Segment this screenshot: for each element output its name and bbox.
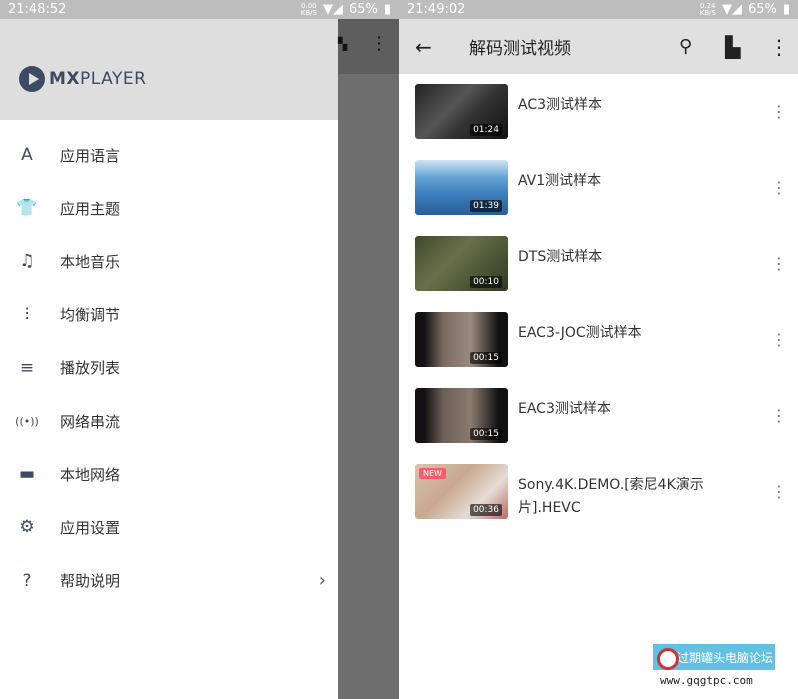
video-title: EAC3-JOC测试样本 [518, 325, 642, 341]
dimmed-toolbar: ▚ ⋮ [338, 19, 399, 74]
battery-text: 65% [348, 2, 378, 17]
video-title: Sony.4K.DEMO.[索尼4K演示片].HEVC [518, 477, 704, 516]
menu-item-label: 本地网络 [60, 465, 121, 484]
menu-item-label: 均衡调节 [60, 306, 121, 325]
new-badge: NEW [419, 468, 446, 479]
menu-item[interactable]: ≡ 播放列表 [0, 348, 338, 388]
search-icon[interactable]: ⚲ [679, 36, 692, 57]
video-title: AC3测试样本 [518, 97, 603, 113]
speed-unit: KB/S [300, 8, 317, 17]
playlist-icon: ≡ [19, 357, 35, 378]
video-item[interactable]: 01:39 AV1测试样本 ⋮ [399, 160, 798, 216]
video-title: AV1测试样本 [518, 173, 602, 189]
gear-icon: ⚙ [19, 517, 35, 538]
logo-rest: PLAYER [80, 69, 147, 89]
menu-item-label: 应用语言 [60, 146, 121, 165]
menu-item[interactable]: 👕 应用主题 [0, 188, 338, 228]
video-thumbnail[interactable]: NEW 00:36 [415, 464, 508, 519]
play-icon [19, 66, 45, 92]
menu-item-label: 播放列表 [60, 359, 121, 378]
scrim-overlay[interactable]: ▚ ⋮ [338, 19, 399, 699]
menu-item-label: 本地音乐 [60, 252, 121, 271]
menu-item-label: 应用主题 [60, 199, 121, 218]
menu-item[interactable]: ⚙ 应用设置 [0, 507, 338, 547]
more-vert-icon[interactable]: ⋮ [771, 102, 787, 121]
more-vert-icon[interactable]: ⋮ [771, 254, 787, 273]
mx-player-logo: MXPLAYER [19, 66, 146, 92]
menu-item-label: 应用设置 [60, 518, 121, 537]
music-folder-icon: ♫ [19, 251, 35, 272]
watermark-logo: 过期罐头电脑论坛 [653, 644, 775, 670]
menu-item-label: 帮助说明 [60, 572, 121, 591]
net-speed: 0.24 KB/S [699, 2, 716, 17]
more-vert-icon[interactable]: ⋮ [771, 482, 787, 501]
battery-icon: ▮ [383, 2, 391, 17]
battery-icon: ▮ [782, 2, 790, 17]
video-thumbnail[interactable]: 01:24 [415, 84, 508, 139]
equalizer-icon: ⫶ [24, 304, 30, 325]
battery-text: 65% [747, 2, 777, 17]
video-item[interactable]: 00:15 EAC3测试样本 ⋮ [399, 388, 798, 444]
video-item[interactable]: 00:15 EAC3-JOC测试样本 ⋮ [399, 312, 798, 368]
duration-label: 00:15 [470, 352, 502, 364]
duration-label: 00:15 [470, 428, 502, 440]
wifi-icon: ▼◢ [721, 2, 742, 17]
right-screen: 21:49:02 0.24 KB/S ▼◢ 65% ▮ ← 解码测试视频 ⚲ ▙ ⋮ 0… [399, 0, 798, 699]
menu-item[interactable]: ▬ 本地网络 [0, 454, 338, 494]
more-vert-icon[interactable]: ⋮ [771, 178, 787, 197]
menu-item[interactable]: ? 帮助说明 › [0, 561, 338, 601]
status-bar: 21:49:02 0.24 KB/S ▼◢ 65% ▮ [399, 0, 798, 19]
left-screen: 21:48:52 0.00 KB/S ▼◢ 65% ▮ MXPLAYER A 应用语言 👕 应… [0, 0, 399, 699]
speed-unit: KB/S [699, 8, 716, 17]
menu-item[interactable]: ((•)) 网络串流 [0, 401, 338, 441]
video-title: EAC3测试样本 [518, 401, 611, 417]
video-item[interactable]: 01:24 AC3测试样本 ⋮ [399, 84, 798, 140]
back-arrow-icon[interactable]: ← [415, 35, 432, 59]
more-vert-icon[interactable]: ⋮ [771, 330, 787, 349]
menu-item-label: 网络串流 [60, 412, 121, 431]
layout-icon: ▚ [338, 37, 348, 51]
page-title: 解码测试视频 [469, 39, 571, 59]
chevron-right-icon: › [318, 570, 326, 592]
video-item[interactable]: 00:10 DTS测试样本 ⋮ [399, 236, 798, 292]
help-icon: ? [22, 570, 32, 591]
menu-item[interactable]: ♫ 本地音乐 [0, 241, 338, 281]
video-thumbnail[interactable]: 00:15 [415, 388, 508, 443]
stream-icon: ((•)) [15, 414, 39, 428]
video-title: DTS测试样本 [518, 249, 603, 265]
duration-label: 01:39 [470, 200, 502, 212]
duration-label: 01:24 [470, 124, 502, 136]
tshirt-icon: 👕 [16, 198, 38, 219]
more-vert-icon[interactable]: ⋮ [771, 406, 787, 425]
language-icon: A [21, 145, 33, 165]
drawer-header: MXPLAYER [0, 19, 338, 120]
watermark-name: 过期罐头电脑论坛 [677, 650, 774, 665]
net-speed: 0.00 KB/S [300, 2, 317, 17]
navigation-drawer: MXPLAYER A 应用语言 👕 应用主题 ♫ 本地音乐 ⫶ 均衡调节 ≡ 播放列表 ((•)) 网… [0, 19, 338, 699]
logo-bold: MX [49, 69, 81, 89]
toolbar: ← 解码测试视频 ⚲ ▙ ⋮ [399, 19, 798, 74]
view-layout-icon[interactable]: ▙ [725, 35, 740, 59]
menu-item[interactable]: ⫶ 均衡调节 [0, 295, 338, 335]
video-item[interactable]: NEW 00:36 Sony.4K.DEMO.[索尼4K演示片].HEVC ⋮ [399, 464, 798, 520]
status-time: 21:49:02 [407, 2, 466, 17]
video-thumbnail[interactable]: 01:39 [415, 160, 508, 215]
more-options-icon[interactable]: ⋮ [769, 35, 789, 59]
status-bar: 21:48:52 0.00 KB/S ▼◢ 65% ▮ [0, 0, 399, 19]
status-time: 21:48:52 [8, 2, 67, 17]
video-thumbnail[interactable]: 00:15 [415, 312, 508, 367]
wifi-icon: ▼◢ [322, 2, 343, 17]
video-thumbnail[interactable]: 00:10 [415, 236, 508, 291]
duration-label: 00:10 [470, 276, 502, 288]
menu-item[interactable]: A 应用语言 [0, 135, 338, 175]
monitor-icon: ▬ [18, 464, 36, 485]
more-icon: ⋮ [370, 33, 388, 54]
duration-label: 00:36 [470, 504, 502, 516]
watermark-url: www.gqgtpc.com [660, 674, 753, 687]
